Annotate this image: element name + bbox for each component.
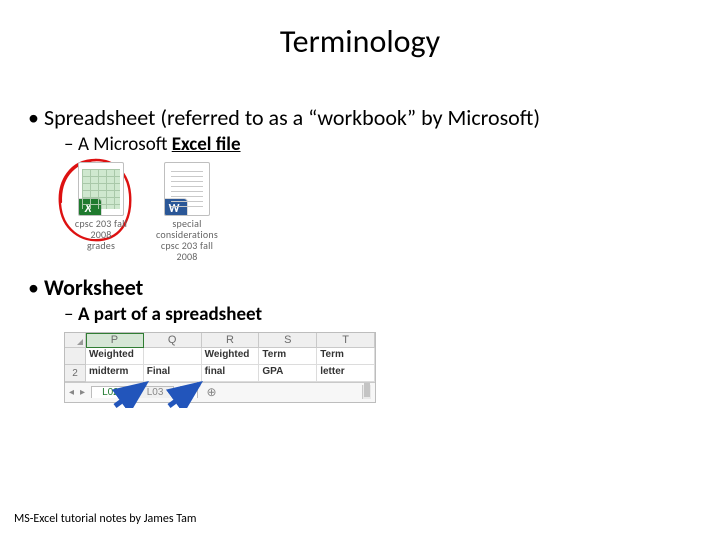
sheet-tab-active: L02 [91, 386, 130, 398]
cell: Weighted [86, 348, 144, 365]
cell: midterm [86, 365, 144, 382]
excel-badge-icon [78, 199, 101, 216]
word-caption-3: cpsc 203 fall 2008 [150, 240, 224, 262]
col-header: T [317, 333, 375, 348]
sheet-tabs-overflow: ... [180, 386, 198, 398]
subbullet-excel-file: –A Microsoft Excel file [64, 133, 692, 156]
worksheet-figure: P Q R S T Weighted Weighted Term Term 2 … [64, 332, 376, 403]
row-number: 2 [65, 365, 86, 382]
tab-nav-prev-icon: ◂ [69, 387, 74, 398]
bullet-spreadsheet: •Spreadsheet (referred to as a “workbook… [28, 104, 692, 131]
slide: Terminology •Spreadsheet (referred to as… [0, 0, 720, 540]
excel-file-icon [78, 162, 124, 216]
bullet-worksheet: •Worksheet [28, 274, 692, 301]
worksheet-row: Weighted Weighted Term Term [65, 348, 375, 365]
subbullet-worksheet: –A part of a spreadsheet [64, 303, 692, 326]
bullet-dot-icon: • [28, 274, 44, 301]
worksheet-row: 2 midterm Final final GPA letter [65, 365, 375, 382]
excel-caption-1: cpsc 203 fall 2008 [64, 218, 138, 240]
subbullet-prefix: A Microsoft [78, 133, 172, 156]
file-excel: cpsc 203 fall 2008 grades [64, 162, 138, 251]
col-header: P [86, 333, 144, 348]
worksheet-col-headers: P Q R S T [65, 333, 375, 348]
file-icons-row: cpsc 203 fall 2008 grades special consid… [64, 162, 692, 258]
row-number [65, 348, 86, 365]
col-header: Q [144, 333, 202, 348]
dash-icon: – [64, 133, 78, 156]
file-word: special considerations cpsc 203 fall 200… [150, 162, 224, 262]
subbullet-underlined: Excel file [172, 133, 241, 156]
cell [144, 348, 202, 365]
cell: Weighted [202, 348, 260, 365]
slide-body: •Spreadsheet (referred to as a “workbook… [28, 100, 692, 403]
cell: Term [259, 348, 317, 365]
excel-caption-2: grades [64, 240, 138, 251]
cell: letter [317, 365, 375, 382]
col-header: R [202, 333, 260, 348]
sheet-tab: L03 [136, 386, 175, 398]
vertical-scroll-icon [362, 385, 371, 399]
word-file-icon [164, 162, 210, 216]
add-sheet-icon: ⊕ [204, 385, 218, 399]
sheet-tab-bar: ◂ ▸ L02 L03 ... ⊕ [65, 382, 375, 402]
cell: Final [144, 365, 202, 382]
bullet-dot-icon: • [28, 104, 44, 131]
slide-title: Terminology [0, 22, 720, 61]
cell: Term [317, 348, 375, 365]
cell: GPA [259, 365, 317, 382]
subbullet-worksheet-text: A part of a spreadsheet [78, 303, 262, 326]
cell: final [202, 365, 260, 382]
tab-nav-next-icon: ▸ [80, 387, 85, 398]
select-all-corner [65, 333, 86, 348]
bullet-spreadsheet-text: Spreadsheet (referred to as a “workbook”… [44, 104, 540, 131]
footer-credit: MS-Excel tutorial notes by James Tam [14, 512, 196, 526]
dash-icon: – [64, 303, 78, 326]
word-badge-icon [164, 199, 187, 216]
col-header: S [259, 333, 317, 348]
bullet-worksheet-text: Worksheet [44, 274, 143, 301]
